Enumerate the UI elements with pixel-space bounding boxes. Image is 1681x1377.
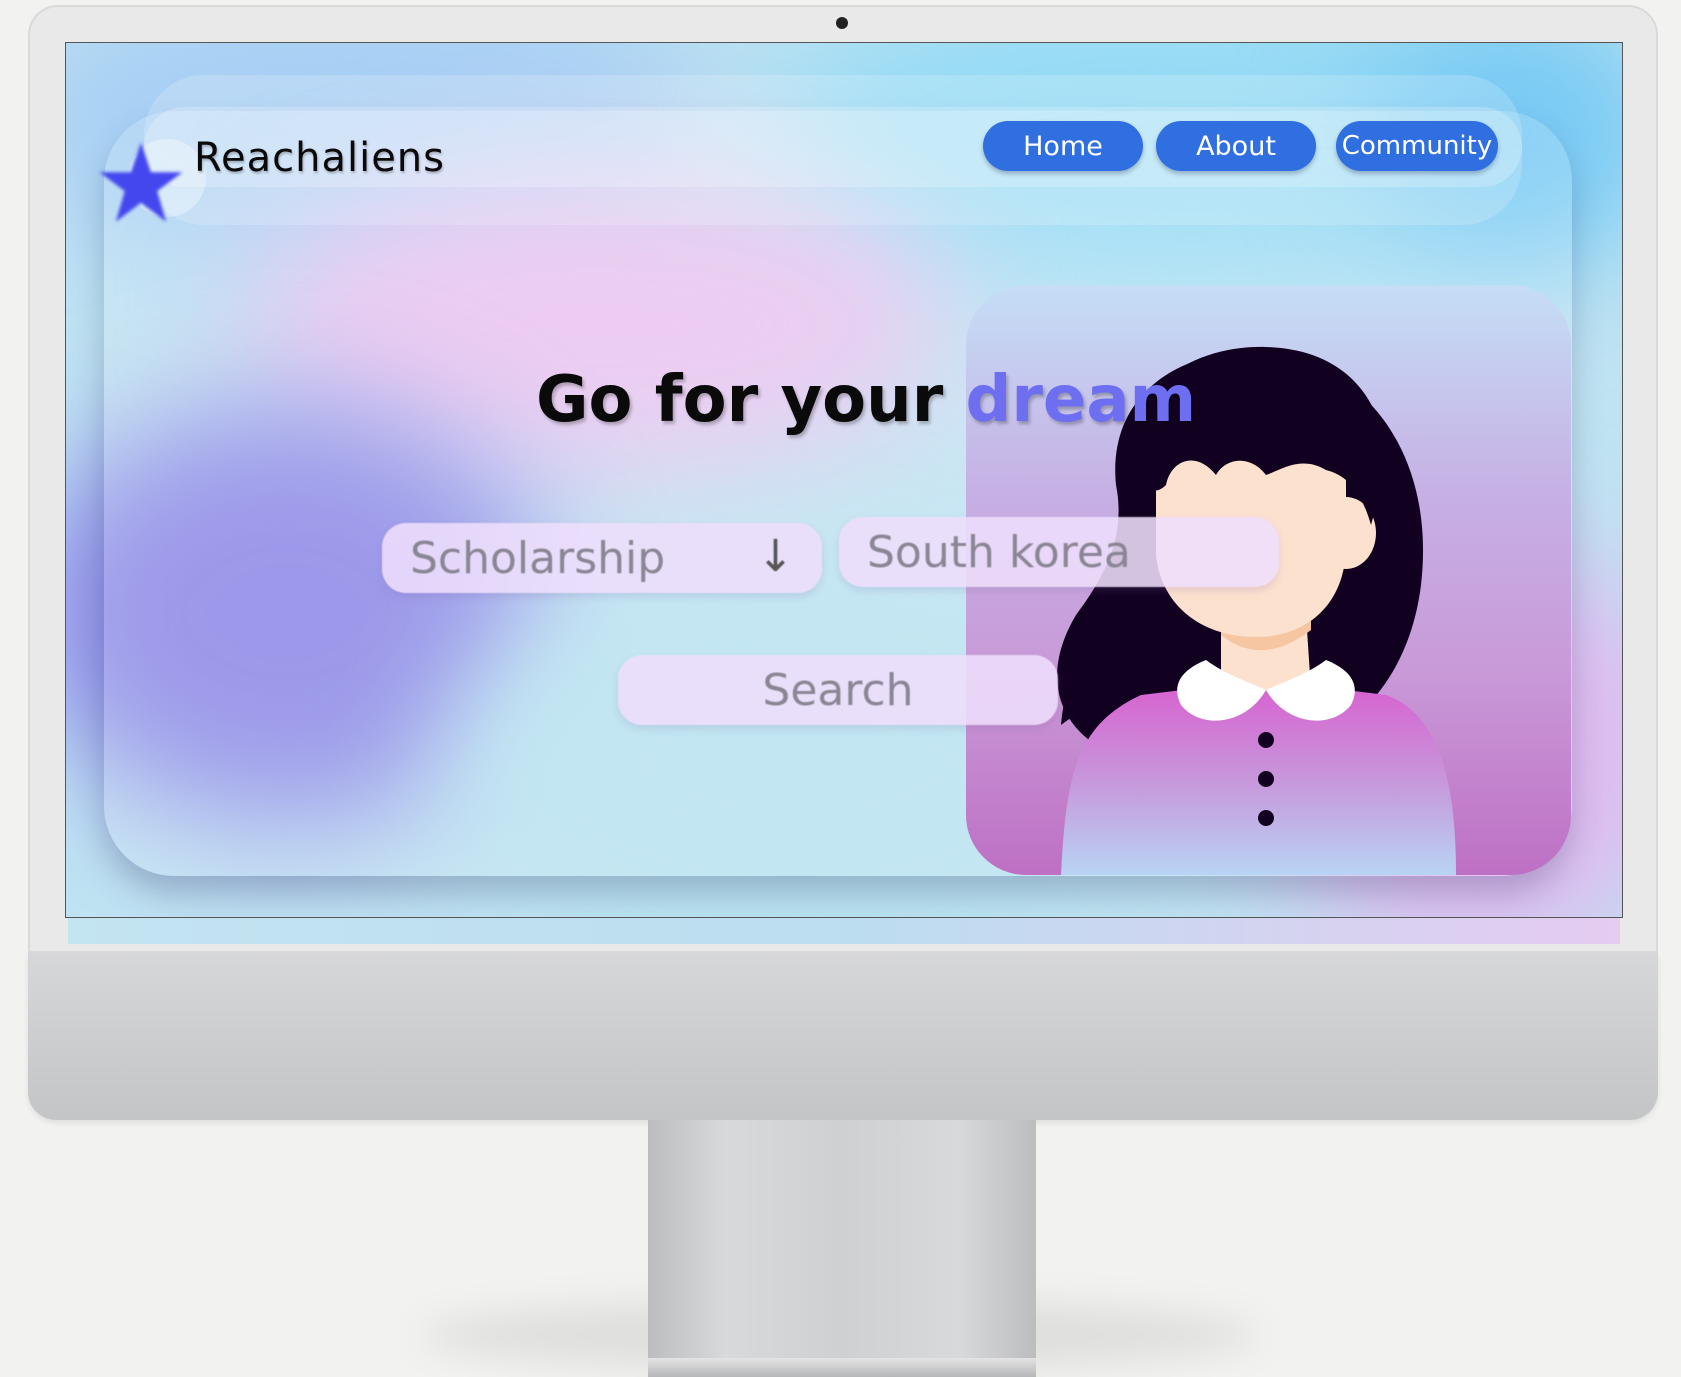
monitor-chin [28,953,1658,1120]
camera [836,17,848,29]
screen: Reachaliens Home About Community Go for … [65,42,1623,918]
star-icon[interactable] [96,138,186,228]
category-select[interactable]: Scholarship ↓ [382,523,822,593]
nav-about-button[interactable]: About [1156,121,1316,171]
hero-title: Go for your dream [536,363,1196,437]
country-input-value: South korea [867,526,1131,578]
nav-community-button[interactable]: Community [1336,121,1498,171]
shirt-button [1258,771,1274,787]
category-select-value: Scholarship [410,532,666,584]
screen-reflection [68,918,1620,944]
stand-foot [648,1358,1036,1377]
search-button[interactable]: Search [618,655,1058,725]
hero-title-main: Go for your [536,363,944,437]
nav-home-button[interactable]: Home [983,121,1143,171]
hero-title-accent: dream [965,363,1197,437]
shirt-button [1258,810,1274,826]
shirt-button [1258,732,1274,748]
arrow-down-icon[interactable]: ↓ [757,531,794,582]
country-input[interactable]: South korea [839,517,1279,587]
brand-logo-text[interactable]: Reachaliens [194,135,445,181]
monitor-stand [648,1120,1036,1365]
search-button-label: Search [762,664,914,716]
